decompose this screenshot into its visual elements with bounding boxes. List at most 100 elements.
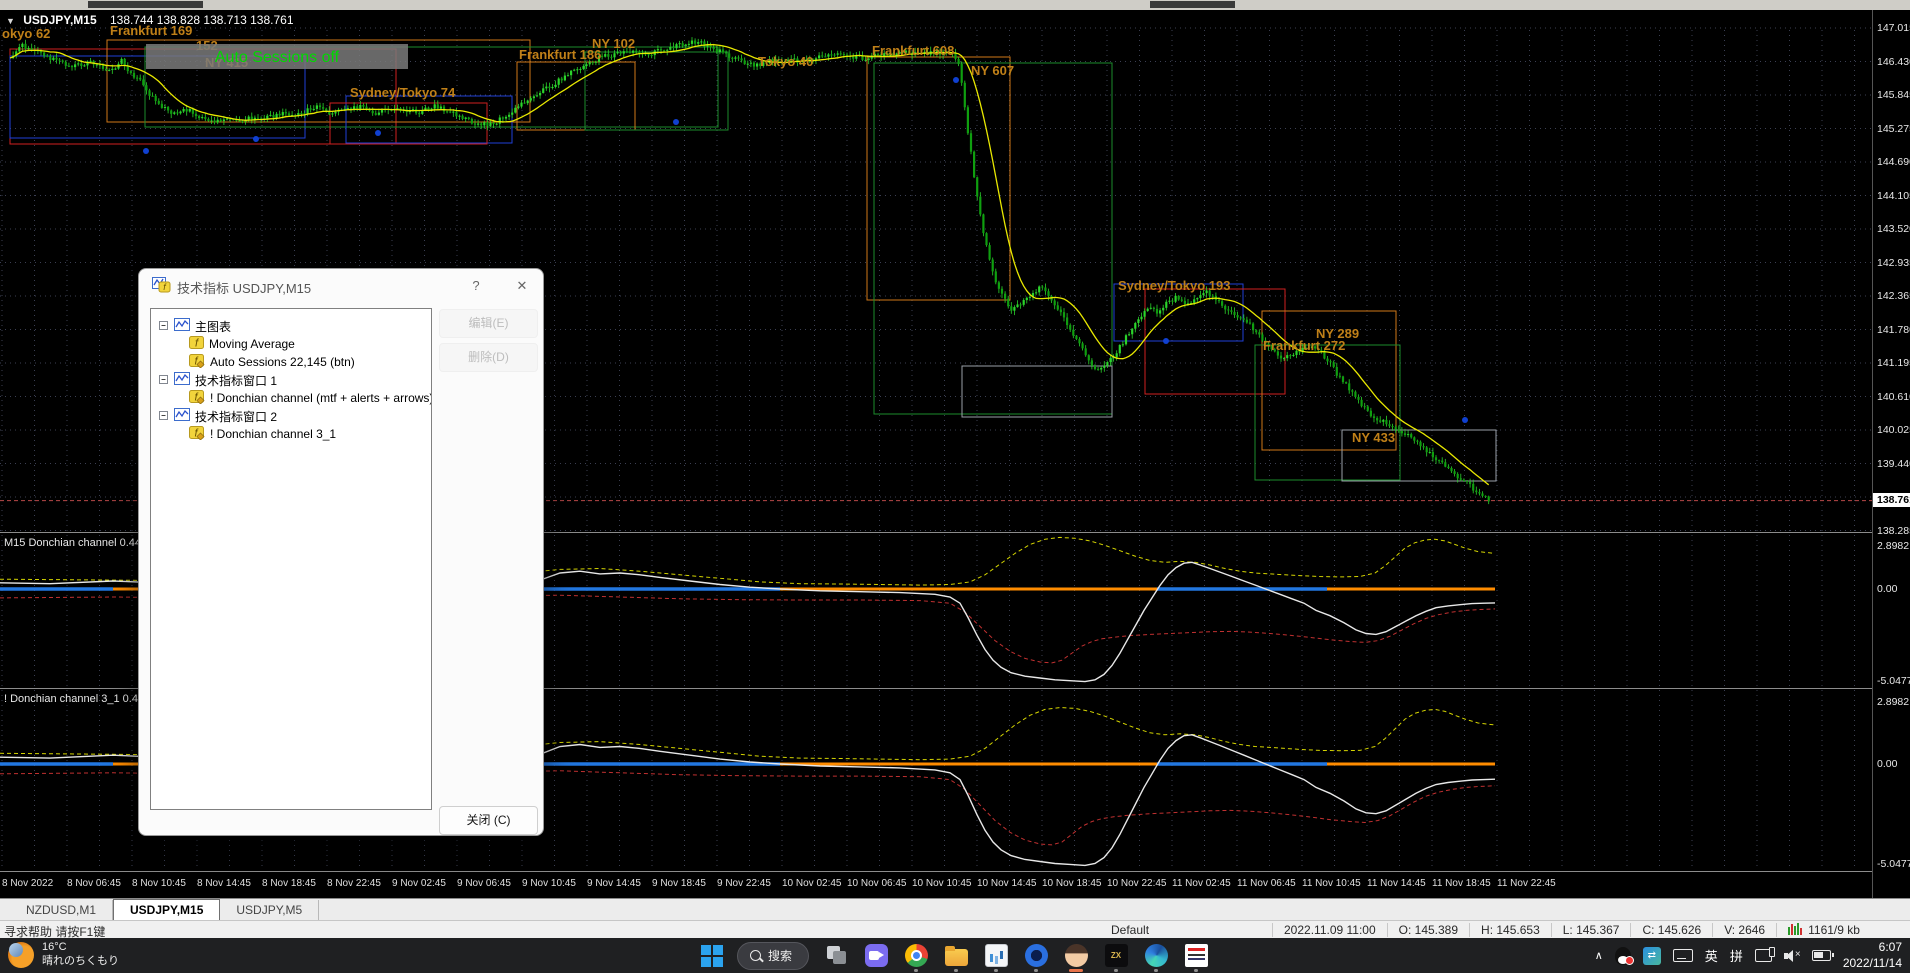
weather-temp: 16°C: [42, 941, 67, 953]
indicator-scale-label: 0.00: [1877, 758, 1898, 770]
tree-item-3[interactable]: 技术指标窗口 1: [151, 371, 431, 389]
tree-item-label: ! Donchian channel (mtf + alerts + arrow…: [210, 391, 432, 405]
price-axis-label: 139.440: [1877, 457, 1910, 470]
time-axis-label: 10 Nov 06:45: [847, 878, 907, 889]
delete-button[interactable]: 删除(D): [439, 343, 538, 372]
tree-item-label: Moving Average: [209, 337, 295, 351]
indicator-scale-label: -5.0477: [1877, 675, 1910, 687]
time-axis[interactable]: 8 Nov 2022 8 Nov 06:45 8 Nov 10:45 8 Nov 14…: [0, 872, 1872, 898]
current-price-box: 138.761: [1873, 492, 1910, 507]
chart-tab-nzdusd-m1[interactable]: NZDUSD,M1: [10, 900, 114, 920]
top-strip-segment: [1150, 1, 1235, 8]
time-axis-label: 10 Nov 10:45: [912, 878, 972, 889]
status-cell-4: L: 145.367: [1550, 923, 1631, 937]
svg-text:NY 433: NY 433: [1352, 430, 1395, 445]
tree-item-1[interactable]: f Moving Average: [151, 335, 431, 353]
weather-widget[interactable]: 16°C 晴れのちくもり: [8, 941, 119, 969]
tree-item-6[interactable]: f ! Donchian channel 3_1: [151, 425, 431, 443]
search-label: 搜索: [767, 949, 793, 963]
tree-expander-icon[interactable]: [159, 373, 168, 387]
time-axis-label: 9 Nov 06:45: [457, 878, 511, 889]
clock-date: 2022/11/14: [1842, 955, 1902, 970]
indicator-pane-label: ! Donchian channel 3_1 0.4455: [4, 693, 156, 705]
indicator-tree-list[interactable]: 主图表 f Moving Average f Auto Sessions 22,145 …: [150, 308, 432, 810]
chart-collapse-arrow-icon[interactable]: ▼: [6, 16, 15, 26]
price-axis[interactable]: 147.015 146.430 145.845 145.275 144.690 144.1…: [1872, 10, 1910, 898]
tree-item-label: 技术指标窗口 2: [195, 409, 278, 424]
price-axis-label: 138.285: [1877, 524, 1910, 537]
teamviewer-tray-icon[interactable]: ⇄: [1642, 946, 1661, 965]
time-axis-label: 10 Nov 22:45: [1107, 878, 1167, 889]
qq-tray-icon[interactable]: [1614, 946, 1634, 965]
tree-item-label: ! Donchian channel 3_1: [210, 427, 337, 441]
zx-app-icon[interactable]: ZX: [1103, 941, 1129, 972]
keyboard-icon[interactable]: [1672, 949, 1693, 962]
volume-muted-icon[interactable]: ×: [1783, 949, 1801, 962]
ring-app-icon[interactable]: [1023, 941, 1049, 972]
meet-app-icon[interactable]: [863, 941, 889, 971]
indicator-scale-label: 0.00: [1877, 583, 1898, 595]
search-icon: [749, 950, 761, 961]
tree-item-0[interactable]: 主图表: [151, 317, 431, 335]
svg-text:Frankfurt 186: Frankfurt 186: [519, 47, 601, 62]
taskbar: 16°C 晴れのちくもり 搜索 ZX ∧ ⇄ 英 拼 × 6:07 2022/1: [0, 938, 1910, 973]
chart-title: ▼ USDJPY,M15 138.744 138.828 138.713 138…: [6, 13, 294, 27]
status-cell-6: V: 2646: [1712, 923, 1776, 937]
time-axis-label: 11 Nov 02:45: [1172, 878, 1231, 889]
price-axis-label: 144.690: [1877, 156, 1910, 168]
chart-icon: [174, 408, 190, 424]
task-view-app-icon[interactable]: [823, 941, 849, 971]
status-bar: 寻求帮助 请按F1键 Default 2022.11.09 11:00 O: 145…: [0, 920, 1910, 939]
close-button[interactable]: 关闭 (C): [439, 806, 538, 835]
time-axis-label: 11 Nov 14:45: [1367, 878, 1426, 889]
chart-symbol: USDJPY,M15: [23, 13, 97, 27]
dialog-help-button[interactable]: ?: [461, 275, 491, 297]
time-axis-label: 9 Nov 14:45: [587, 878, 641, 889]
weather-icon: [8, 941, 34, 968]
tree-item-4[interactable]: f ! Donchian channel (mtf + alerts + arro…: [151, 389, 431, 407]
status-cell-0: Default: [1111, 923, 1150, 937]
time-axis-label: 11 Nov 06:45: [1237, 878, 1296, 889]
search-box[interactable]: 搜索: [736, 941, 810, 970]
ime-english-indicator[interactable]: 英: [1705, 946, 1718, 965]
edge-app-icon[interactable]: [1143, 941, 1169, 972]
chart-tab-usdjpy-m15[interactable]: USDJPY,M15: [113, 899, 221, 920]
chart-tab-usdjpy-m5[interactable]: USDJPY,M5: [220, 900, 320, 920]
traffic-bars-icon: [1788, 922, 1804, 938]
explorer-app-icon[interactable]: [943, 941, 969, 972]
price-axis-label: 145.845: [1877, 89, 1910, 101]
time-axis-label: 8 Nov 06:45: [67, 878, 121, 889]
time-axis-label: 8 Nov 18:45: [262, 878, 316, 889]
chrome-app-icon[interactable]: [903, 941, 929, 972]
dialog-close-icon[interactable]: ✕: [507, 275, 537, 297]
time-axis-label: 9 Nov 22:45: [717, 878, 771, 889]
start-button[interactable]: [700, 944, 723, 967]
ime-pinyin-indicator[interactable]: 拼: [1730, 946, 1743, 965]
tree-item-5[interactable]: 技术指标窗口 2: [151, 407, 431, 425]
auto-sessions-button-label[interactable]: Auto Sessions off: [215, 49, 340, 66]
clock[interactable]: 6:07 2022/11/14: [1843, 940, 1902, 971]
indicator-scale-label: 2.8982: [1877, 540, 1910, 552]
indicator-scale-label: -5.0477: [1877, 858, 1910, 870]
avatar-app-icon[interactable]: [1063, 941, 1089, 972]
time-axis-label: 9 Nov 18:45: [652, 878, 706, 889]
dialog-titlebar[interactable]: f 技术指标 USDJPY,M15 ? ✕: [139, 269, 543, 303]
svg-text:Sydney/Tokyo 193: Sydney/Tokyo 193: [1118, 278, 1230, 293]
svg-text:Sydney/Tokyo 74: Sydney/Tokyo 74: [350, 85, 456, 100]
screen: okyo 62Frankfurt 169152NY 415Sydney/Toky…: [0, 0, 1910, 973]
tray-chevron-up-icon[interactable]: ∧: [1595, 949, 1603, 962]
price-axis-label: 141.780: [1877, 323, 1910, 336]
forex-simulator-app-icon[interactable]: [1183, 941, 1209, 972]
edit-button[interactable]: 编辑(E): [439, 309, 538, 338]
tree-expander-icon[interactable]: [159, 319, 168, 333]
price-axis-label: 146.430: [1877, 55, 1910, 68]
price-axis-label: 144.105: [1877, 189, 1910, 202]
price-axis-label: 147.015: [1877, 22, 1910, 34]
tree-expander-icon[interactable]: [159, 409, 168, 423]
price-axis-label: 142.935: [1877, 256, 1910, 269]
display-cast-icon[interactable]: [1754, 947, 1775, 962]
clock-time: 6:07: [1878, 939, 1902, 954]
photos-app-icon[interactable]: [983, 941, 1009, 972]
battery-icon[interactable]: [1811, 950, 1834, 961]
tree-item-2[interactable]: f Auto Sessions 22,145 (btn): [151, 353, 431, 371]
